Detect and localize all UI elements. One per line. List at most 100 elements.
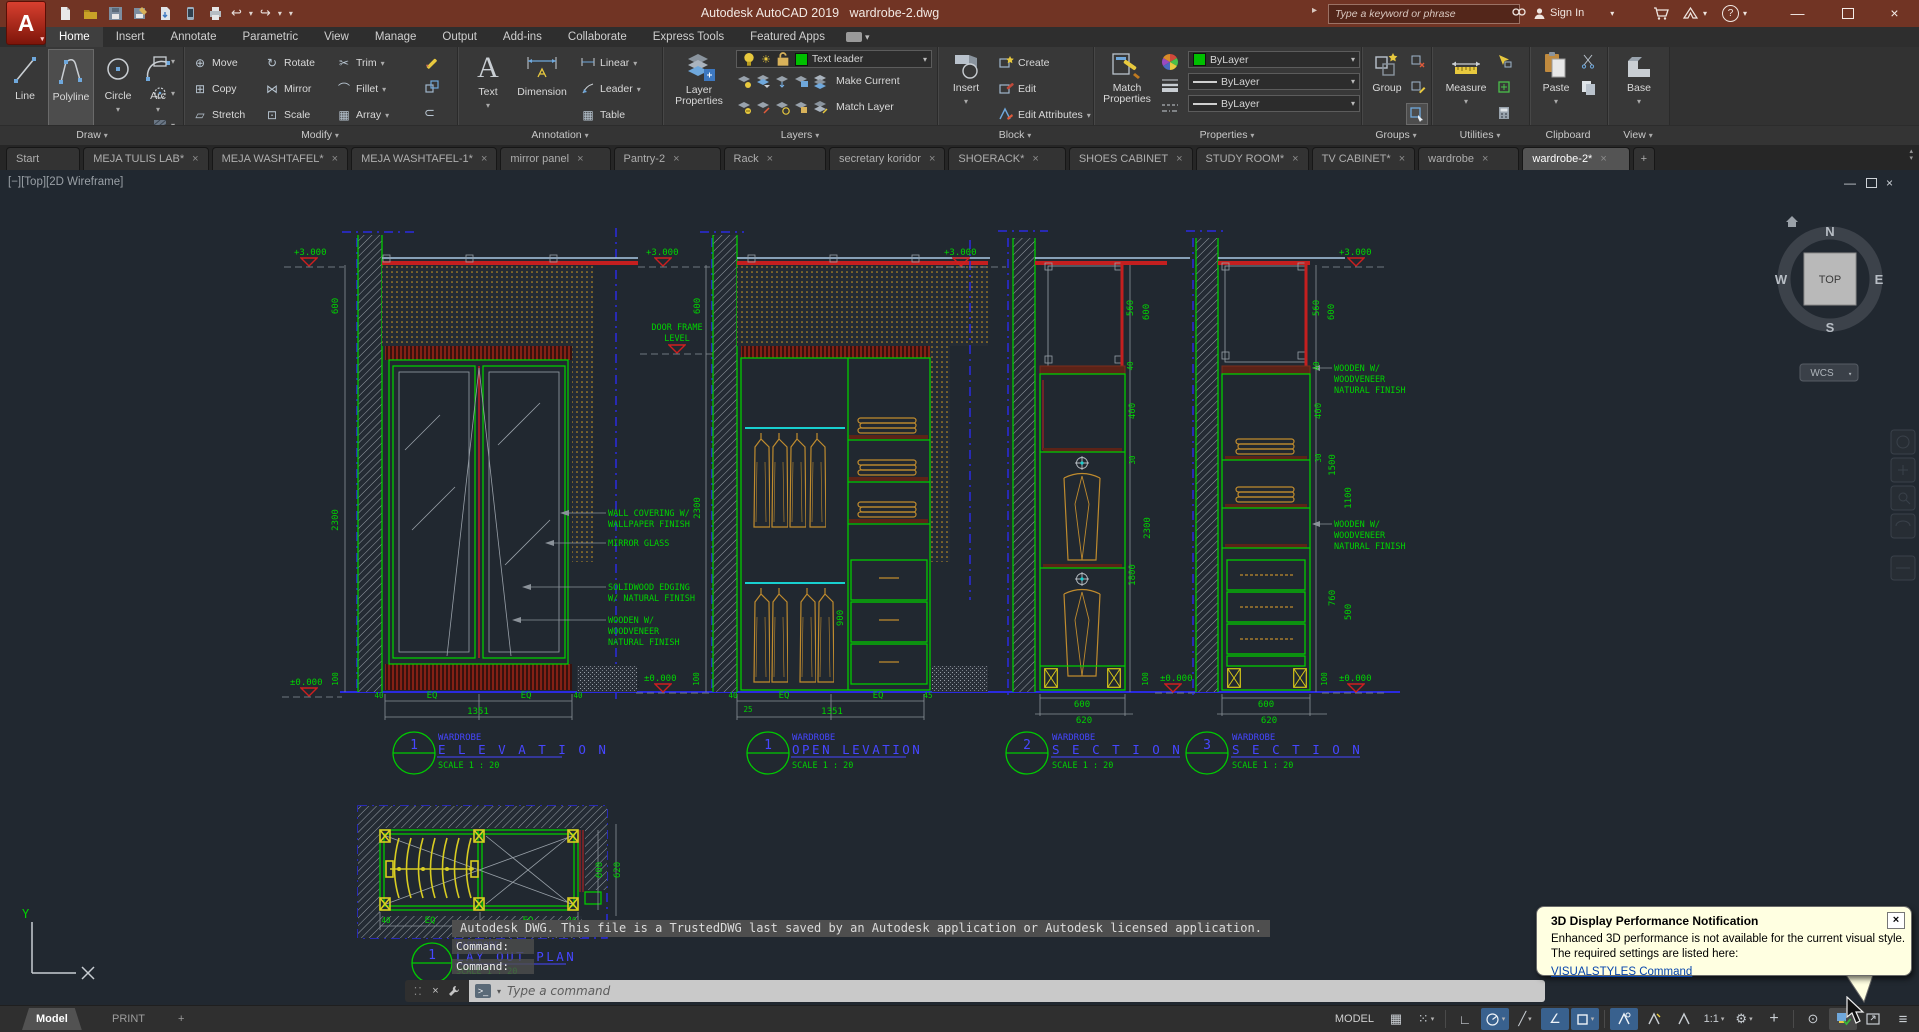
trim-button[interactable]: ✂ Trim ▾	[336, 53, 385, 73]
array-button[interactable]: ▦ Array ▾	[336, 105, 389, 125]
panel-properties[interactable]: Properties ▾	[1200, 129, 1255, 141]
tab-featured-apps[interactable]: Featured Apps	[737, 27, 838, 47]
workspace-gear-icon[interactable]: ⚙ ▾	[1730, 1008, 1758, 1030]
open-from-web-icon[interactable]	[156, 4, 174, 22]
file-tab-active[interactable]: wardrobe-2* ×	[1522, 147, 1630, 170]
object-color-dropdown[interactable]: ByLayer ▾	[1188, 51, 1360, 68]
grid-toggle[interactable]: ▦	[1382, 1008, 1410, 1030]
file-tab[interactable]: SHOERACK* ×	[948, 147, 1066, 170]
viewport-restore-icon[interactable]	[1866, 178, 1877, 188]
tab-home[interactable]: Home	[46, 27, 103, 47]
fillet-button[interactable]: ⌒ Fillet ▾	[336, 79, 386, 99]
layer-properties-button[interactable]: Layer Properties	[668, 51, 730, 107]
share-icon[interactable]	[181, 4, 199, 22]
panel-annotation[interactable]: Annotation ▾	[531, 129, 588, 141]
edit-attributes-button[interactable]: Edit Attributes ▾	[998, 105, 1091, 125]
object-snap-toggle[interactable]: ▾	[1571, 1008, 1599, 1030]
command-close-icon[interactable]: ×	[432, 985, 438, 997]
file-tab[interactable]: secretary koridor ×	[829, 147, 946, 170]
redo-icon[interactable]: ↪	[260, 4, 271, 22]
tab-output[interactable]: Output	[429, 27, 490, 47]
viewport-minimize-icon[interactable]: —	[1844, 176, 1856, 190]
text-button[interactable]: A Text ▾	[466, 51, 510, 111]
new-file-icon[interactable]	[56, 4, 74, 22]
ribbon-display-toggle[interactable]: ▾	[845, 27, 869, 47]
autocad-logo[interactable]: A ▾	[6, 1, 46, 45]
file-tab-start[interactable]: Start	[6, 147, 81, 170]
point-style-icon[interactable]	[1496, 79, 1512, 95]
annotation-scale-value[interactable]: 1:1 ▾	[1700, 1008, 1728, 1030]
sign-in-button[interactable]: Sign In ▾	[1533, 3, 1614, 23]
undo-caret-icon[interactable]: ▾	[249, 9, 253, 18]
annotation-scale-icon[interactable]	[1670, 1008, 1698, 1030]
copy-button[interactable]: ⊞ Copy	[192, 79, 237, 99]
move-button[interactable]: ⊕ Move	[192, 53, 238, 73]
search-expand-icon[interactable]: ▸	[1312, 5, 1317, 16]
command-recent-caret[interactable]: ▾	[497, 987, 501, 996]
customize-wrench-icon[interactable]	[448, 985, 460, 997]
file-tab[interactable]: TV CABINET* ×	[1311, 147, 1416, 170]
annotation-monitor-icon[interactable]: +	[1760, 1008, 1788, 1030]
modify-more-icon[interactable]: ⊂	[424, 105, 435, 121]
leader-button[interactable]: Leader ▾	[580, 79, 641, 99]
rectangle-tool-icon[interactable]: ▾	[152, 53, 175, 69]
table-button[interactable]: ▦ Table	[580, 105, 625, 125]
tab-express-tools[interactable]: Express Tools	[640, 27, 737, 47]
command-bar-grip[interactable]: ⁚⁚ ×	[405, 980, 469, 1002]
layer-select-dropdown[interactable]: ☀ Text leader ▾	[736, 50, 932, 68]
notification-close-icon[interactable]: ×	[1887, 912, 1905, 929]
command-prompt-icon[interactable]: >_	[475, 984, 491, 998]
stretch-button[interactable]: ▱ Stretch	[192, 105, 245, 125]
insert-block-button[interactable]: Insert ▾	[942, 51, 990, 107]
dimension-button[interactable]: Dimension	[512, 51, 572, 98]
edit-block-button[interactable]: Edit	[998, 79, 1036, 99]
file-tab[interactable]: STUDY ROOM* ×	[1195, 147, 1309, 170]
scale-button[interactable]: ⊡ Scale	[264, 105, 310, 125]
panel-view[interactable]: View ▾	[1623, 129, 1653, 141]
lineweight-dropdown[interactable]: ByLayer ▾	[1188, 73, 1360, 90]
file-tab[interactable]: MEJA TULIS LAB* ×	[83, 147, 209, 170]
model-space-label[interactable]: MODEL	[1335, 1013, 1374, 1025]
panel-layers[interactable]: Layers ▾	[781, 129, 819, 141]
osnap-tracking-toggle[interactable]: ∠	[1541, 1008, 1569, 1030]
isometric-drafting-toggle[interactable]: ╱ ▾	[1511, 1008, 1539, 1030]
isolate-objects-icon[interactable]: ⊙	[1799, 1008, 1827, 1030]
help-icon[interactable]: ? ▾	[1722, 3, 1747, 23]
tab-collaborate[interactable]: Collaborate	[555, 27, 640, 47]
quick-select-icon[interactable]	[1496, 53, 1512, 69]
linear-button[interactable]: Linear ▾	[580, 53, 637, 73]
open-folder-icon[interactable]	[81, 4, 99, 22]
copy-clip-icon[interactable]	[1580, 79, 1596, 95]
search-input[interactable]: Type a keyword or phrase	[1328, 4, 1520, 24]
line-button[interactable]: Line	[4, 51, 46, 102]
panel-modify[interactable]: Modify ▾	[301, 129, 339, 141]
annotation-autoscale-toggle[interactable]	[1640, 1008, 1668, 1030]
circle-button[interactable]: Circle ▾	[98, 51, 138, 115]
tab-annotate[interactable]: Annotate	[157, 27, 229, 47]
file-tab[interactable]: mirror panel ×	[500, 147, 611, 170]
print-icon[interactable]	[206, 4, 224, 22]
navigation-bar[interactable]	[1890, 429, 1916, 581]
tab-addins[interactable]: Add-ins	[490, 27, 555, 47]
autodesk-360-icon[interactable]: ▾	[1682, 3, 1707, 23]
file-tab[interactable]: MEJA WASHTAFEL-1* ×	[351, 147, 498, 170]
file-tab[interactable]: MEJA WASHTAFEL* ×	[211, 147, 349, 170]
print-layout-tab[interactable]: PRINT	[98, 1008, 159, 1030]
paste-button[interactable]: Paste ▾	[1534, 51, 1578, 107]
new-layout-tab[interactable]: +	[168, 1008, 194, 1030]
group-edit-icon[interactable]	[1410, 79, 1426, 95]
file-tab[interactable]: Rack ×	[723, 147, 827, 170]
ellipse-tool-icon[interactable]: ▾	[152, 85, 175, 101]
ortho-toggle[interactable]: ∟	[1451, 1008, 1479, 1030]
group-button[interactable]: Group	[1366, 51, 1408, 94]
undo-icon[interactable]: ↩	[231, 4, 242, 22]
redo-caret-icon[interactable]: ▾	[278, 9, 282, 18]
model-space-canvas[interactable]: [−][Top][2D Wireframe] — × 600 2300 100 …	[0, 170, 1919, 1005]
create-block-button[interactable]: Create	[998, 53, 1050, 73]
new-drawing-tab[interactable]: +	[1632, 147, 1655, 170]
panel-block[interactable]: Block ▾	[999, 129, 1032, 141]
tab-insert[interactable]: Insert	[103, 27, 158, 47]
viewcube[interactable]: N E S W TOP WCS ▾	[1775, 216, 1884, 382]
panel-draw[interactable]: Draw ▾	[76, 129, 107, 141]
snap-toggle[interactable]: ⁙ ▾	[1412, 1008, 1440, 1030]
